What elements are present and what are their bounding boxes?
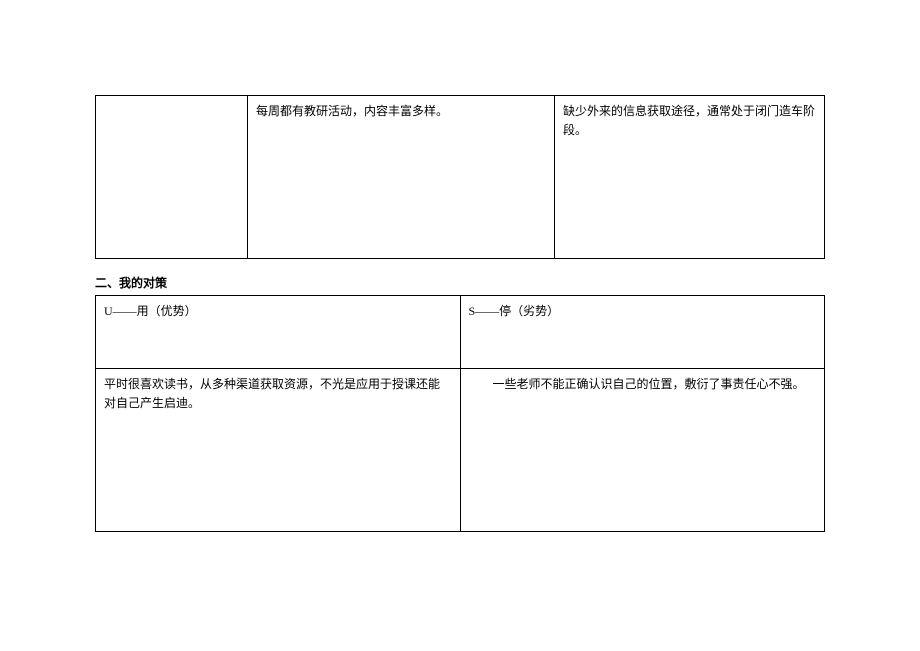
table-two: U——用（优势） S——停（劣势） 平时很喜欢读书，从多种渠道获取资源，不光是应…: [95, 295, 825, 532]
table-cell-activity: 每周都有教研活动，内容丰富多样。: [248, 96, 555, 259]
table-one: 每周都有教研活动，内容丰富多样。 缺少外来的信息获取途径，通常处于闭门造车阶段。: [95, 95, 825, 259]
table-content-row: 平时很喜欢读书，从多种渠道获取资源，不光是应用于授课还能对自己产生启迪。 一些老…: [96, 369, 825, 532]
document-page: 每周都有教研活动，内容丰富多样。 缺少外来的信息获取途径，通常处于闭门造车阶段。…: [0, 0, 920, 532]
content-disadvantage-text: 一些老师不能正确认识自己的位置，敷衍了事责任心不强。: [469, 375, 817, 394]
section-title: 二、我的对策: [95, 274, 825, 291]
table-cell-empty: [96, 96, 248, 259]
header-use-advantage: U——用（优势）: [96, 296, 461, 369]
header-stop-disadvantage: S——停（劣势）: [460, 296, 825, 369]
table-cell-weakness: 缺少外来的信息获取途径，通常处于闭门造车阶段。: [555, 96, 825, 259]
content-advantage: 平时很喜欢读书，从多种渠道获取资源，不光是应用于授课还能对自己产生启迪。: [96, 369, 461, 532]
table-header-row: U——用（优势） S——停（劣势）: [96, 296, 825, 369]
content-disadvantage: 一些老师不能正确认识自己的位置，敷衍了事责任心不强。: [460, 369, 825, 532]
table-row: 每周都有教研活动，内容丰富多样。 缺少外来的信息获取途径，通常处于闭门造车阶段。: [96, 96, 825, 259]
